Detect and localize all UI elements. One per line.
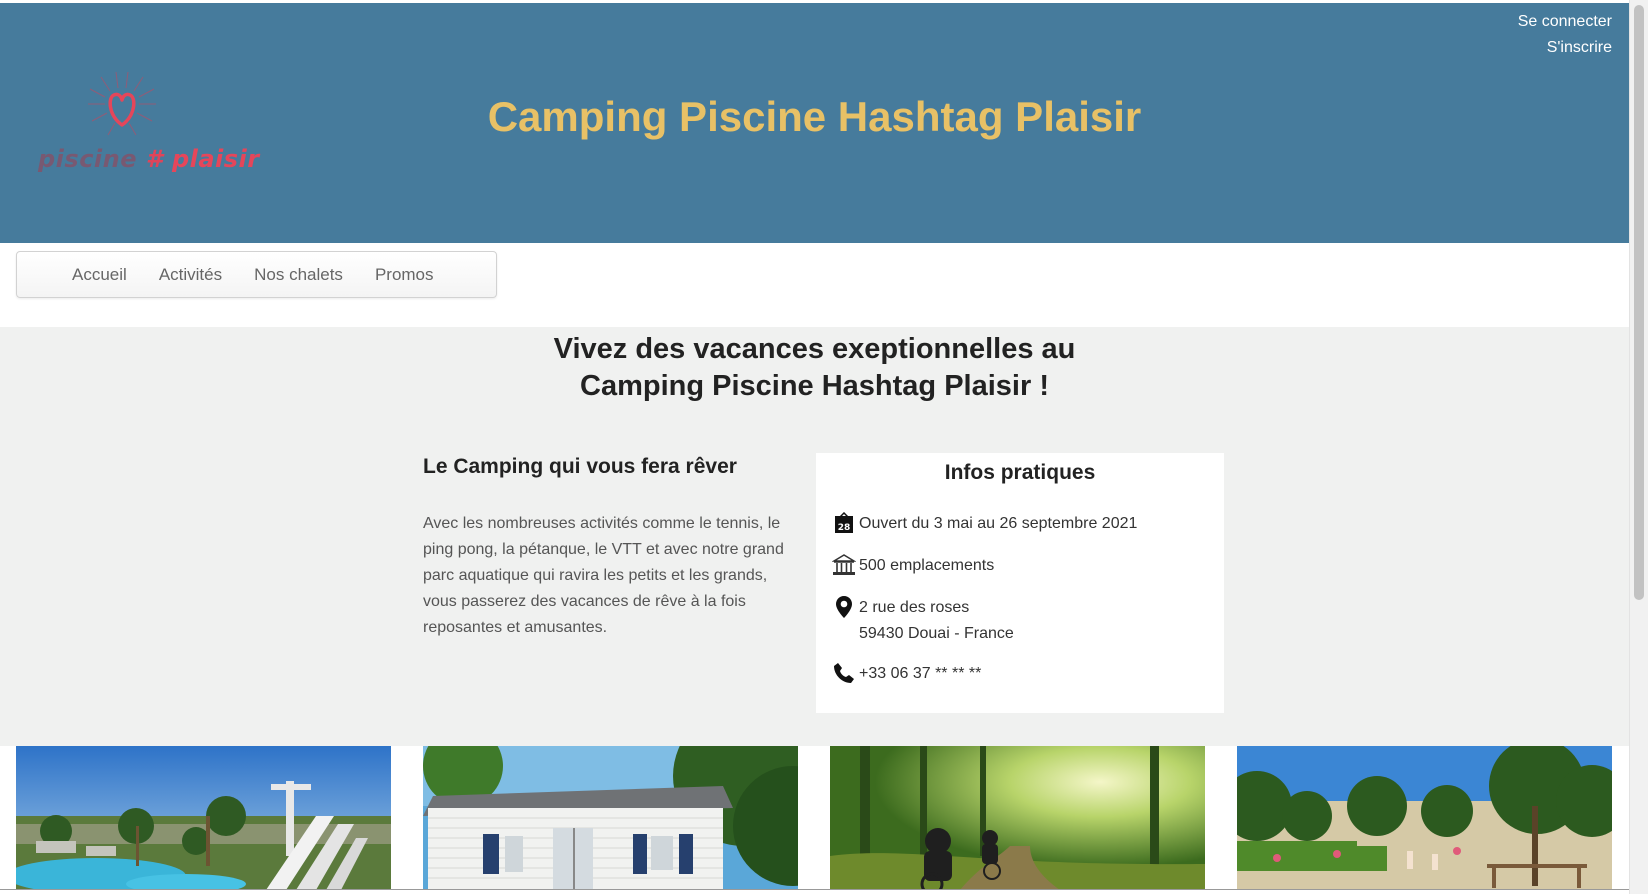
headline-line-1: Vivez des vacances exeptionnelles au: [553, 333, 1076, 365]
nav-item-promos[interactable]: Promos: [359, 252, 450, 297]
page-scrollbar[interactable]: [1629, 0, 1648, 894]
logo-text-plaisir: plaisir: [171, 145, 260, 173]
info-address: 2 rue des roses 59430 Douai - France: [832, 595, 1014, 647]
phone-text: +33 06 37 ** ** **: [859, 665, 982, 682]
logo-text-hash: #: [145, 145, 164, 173]
photo-gallery: [0, 746, 1629, 890]
login-link[interactable]: Se connecter: [1518, 9, 1612, 35]
intro-block: Le Camping qui vous fera rêver Avec les …: [423, 455, 803, 641]
address-line-2: 59430 Douai - France: [859, 625, 1014, 642]
aquatic-park-image: [16, 746, 391, 890]
mountain-bike-image: [830, 746, 1205, 890]
scrollbar-thumb[interactable]: [1634, 5, 1644, 600]
nav-item-activites[interactable]: Activités: [143, 252, 238, 297]
info-phone: +33 06 37 ** ** **: [832, 661, 981, 687]
infos-title: Infos pratiques: [944, 461, 1096, 484]
logo-text-piscine: piscine: [38, 145, 138, 173]
register-link[interactable]: S'inscrire: [1518, 35, 1612, 61]
opening-text: Ouvert du 3 mai au 26 septembre 2021: [859, 515, 1138, 532]
map-pin-icon: [832, 595, 856, 619]
infos-panel: Infos pratiques 28 Ouvert du 3 mai au 26…: [816, 453, 1224, 713]
nav-item-accueil[interactable]: Accueil: [56, 252, 143, 297]
calendar-icon: 28: [832, 511, 856, 535]
auth-links: Se connecter S'inscrire: [1518, 9, 1612, 61]
logo-wordmark: piscine # plaisir: [38, 145, 260, 173]
info-spots: 500 emplacements: [832, 553, 994, 579]
main-section: Vivez des vacances exeptionnelles au Cam…: [0, 327, 1629, 746]
photo-camping-park[interactable]: [1237, 746, 1612, 890]
bottom-edge: [0, 889, 1648, 894]
spots-text: 500 emplacements: [859, 557, 995, 574]
intro-title: Le Camping qui vous fera rêver: [423, 455, 737, 478]
camping-park-image: [1237, 746, 1612, 890]
address-line-1: 2 rue des roses: [859, 599, 970, 616]
site-title: Camping Piscine Hashtag Plaisir: [487, 93, 1142, 140]
address-block: 2 rue des roses 59430 Douai - France: [859, 595, 1014, 647]
photo-mountain-bike[interactable]: [830, 746, 1205, 890]
info-opening: 28 Ouvert du 3 mai au 26 septembre 2021: [832, 511, 1137, 537]
main-nav: Accueil Activités Nos chalets Promos: [16, 251, 497, 298]
phone-icon: [832, 661, 856, 685]
photo-aquatic-park[interactable]: [16, 746, 391, 890]
site-header: Se connecter S'inscrire piscine # plaisi…: [0, 3, 1629, 243]
intro-text: Avec les nombreuses activités comme le t…: [423, 515, 784, 636]
photo-mobile-home[interactable]: [423, 746, 798, 890]
mobile-home-image: [423, 746, 798, 890]
building-icon: [832, 553, 856, 577]
page-headline: Vivez des vacances exeptionnelles au Cam…: [0, 331, 1629, 405]
headline-line-2: Camping Piscine Hashtag Plaisir !: [580, 370, 1049, 402]
calendar-day: 28: [838, 523, 851, 533]
nav-item-nos-chalets[interactable]: Nos chalets: [238, 252, 359, 297]
